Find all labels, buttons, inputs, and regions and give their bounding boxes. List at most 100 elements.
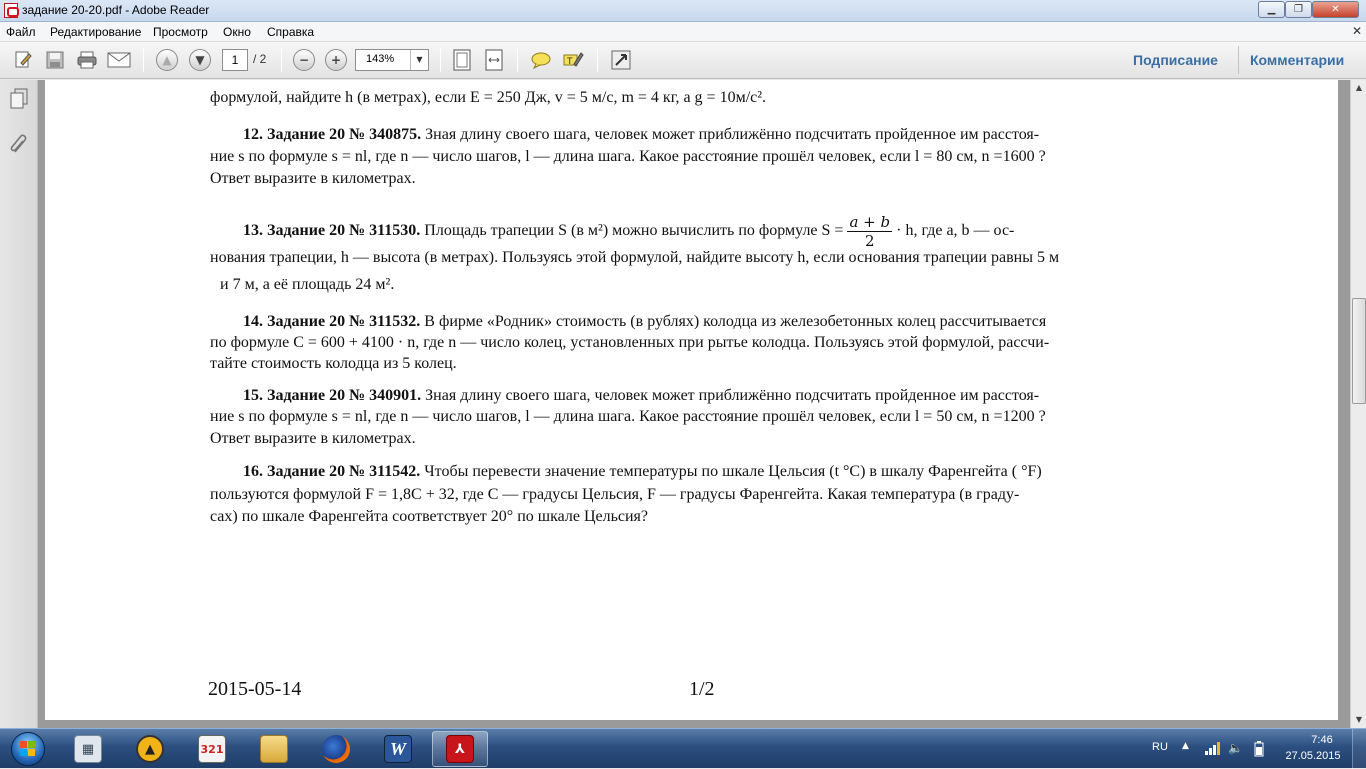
sticky-note-button[interactable]: [528, 48, 554, 72]
firefox-taskbar-icon[interactable]: [308, 731, 364, 767]
arrow-up-icon: ▲: [156, 49, 178, 71]
toolbar-separator: [597, 48, 598, 72]
toolbar-separator: [1238, 46, 1239, 74]
previous-page-button[interactable]: ▲: [154, 48, 180, 72]
adobe-reader-icon: [4, 3, 19, 18]
svg-text:T: T: [566, 57, 573, 67]
window-title: задание 20-20.pdf - Adobe Reader: [22, 3, 210, 17]
aimp-icon: ▲: [136, 735, 164, 763]
task-14-text: В фирме «Родник» стоимость (в рублях) ко…: [424, 313, 1047, 330]
task-15-line-2: ние s по формуле s = nl, где n — число ш…: [210, 408, 1046, 425]
task-16-line-2: пользуются формулой F = 1,8C + 32, где C…: [210, 486, 1020, 503]
chevron-down-icon[interactable]: ▼: [410, 50, 428, 70]
title-bar: задание 20-20.pdf - Adobe Reader ▁ ❐ ✕: [0, 0, 1366, 22]
page-total: / 2: [253, 52, 267, 66]
pdf-page: формулой, найдите h (в метрах), если E =…: [45, 80, 1338, 720]
menu-window[interactable]: Окно: [223, 25, 251, 39]
folder-icon: [260, 735, 288, 763]
plus-icon: +: [325, 49, 347, 71]
page-number-input[interactable]: 1: [222, 49, 248, 71]
scroll-thumb[interactable]: [1352, 298, 1366, 404]
toolbar-separator: [281, 48, 282, 72]
task-13-line-1: 13. Задание 20 № 311530. Площадь трапеци…: [243, 213, 1014, 250]
fraction-numerator: a + b: [847, 213, 893, 232]
attachments-icon[interactable]: [9, 132, 29, 154]
maximize-button[interactable]: ❐: [1285, 1, 1312, 18]
task-16-heading: 16. Задание 20 № 311542.: [243, 463, 421, 480]
clock-time[interactable]: 7:46: [1304, 734, 1340, 746]
next-page-button[interactable]: ▼: [187, 48, 213, 72]
footer-page-number: 1/2: [689, 678, 715, 700]
fit-width-button[interactable]: [481, 48, 507, 72]
network-icon[interactable]: [1204, 741, 1220, 758]
menu-edit[interactable]: Редактирование: [50, 25, 141, 39]
zoom-select[interactable]: 143% ▼: [355, 49, 429, 71]
highlight-button[interactable]: T: [560, 48, 586, 72]
zoom-in-button[interactable]: +: [323, 48, 349, 72]
document-close-icon[interactable]: ✕: [1352, 24, 1362, 38]
calculator-taskbar-icon[interactable]: ▦: [60, 731, 116, 767]
task-12-line-3: Ответ выразите в километрах.: [210, 170, 416, 187]
media-player-taskbar-icon[interactable]: 321: [184, 731, 240, 767]
document-view[interactable]: формулой, найдите h (в метрах), если E =…: [38, 80, 1350, 728]
comments-panel-link[interactable]: Комментарии: [1250, 52, 1344, 68]
sign-panel-link[interactable]: Подписание: [1133, 52, 1218, 68]
windows-flag-icon: [20, 741, 36, 757]
menu-view[interactable]: Просмотр: [153, 25, 208, 39]
menu-bar: Файл Редактирование Просмотр Окно Справк…: [0, 22, 1366, 42]
task-12-line-2: ние s по формуле s = nl, где n — число ш…: [210, 148, 1046, 165]
scroll-down-icon[interactable]: ▼: [1351, 712, 1366, 728]
language-indicator[interactable]: RU: [1152, 741, 1168, 753]
navigation-pane: [0, 80, 38, 728]
pages-icon[interactable]: [9, 88, 29, 110]
fraction: a + b2: [847, 213, 893, 250]
word-icon: W: [384, 735, 412, 763]
fit-page-button[interactable]: [449, 48, 475, 72]
menu-help[interactable]: Справка: [267, 25, 314, 39]
create-pdf-icon[interactable]: [10, 48, 36, 72]
print-icon[interactable]: [74, 48, 100, 72]
text-line: формулой, найдите h (в метрах), если E =…: [210, 89, 767, 106]
zoom-value: 143%: [366, 53, 395, 65]
arrow-down-icon: ▼: [189, 49, 211, 71]
toolbar-separator: [517, 48, 518, 72]
explorer-taskbar-icon[interactable]: [246, 731, 302, 767]
adobe-reader-taskbar-icon[interactable]: ⅄: [432, 731, 488, 767]
aimp-taskbar-icon[interactable]: ▲: [122, 731, 178, 767]
taskbar: ▦ ▲ 321 W ⅄ RU ▲ 🔈 7:46 27.05.2015: [0, 728, 1366, 769]
task-13-line-2: нования трапеции, h — высота (в метрах).…: [210, 249, 1060, 266]
task-14-line-1: 14. Задание 20 № 311532. В фирме «Родник…: [243, 312, 1046, 332]
task-16-text: Чтобы перевести значение температуры по …: [424, 463, 1042, 480]
word-taskbar-icon[interactable]: W: [370, 731, 426, 767]
task-13-text-cont: · h, где a, b — ос-: [896, 222, 1015, 240]
email-icon[interactable]: [106, 48, 132, 72]
menu-file[interactable]: Файл: [6, 25, 36, 39]
minimize-button[interactable]: ▁: [1258, 1, 1285, 18]
start-button[interactable]: [4, 731, 54, 767]
show-desktop-button[interactable]: [1352, 729, 1366, 769]
minus-icon: −: [293, 49, 315, 71]
battery-icon[interactable]: [1254, 741, 1264, 760]
calculator-icon: ▦: [74, 735, 102, 763]
task-14-line-3: тайте стоимость колодца из 5 колец.: [210, 355, 457, 372]
vertical-scrollbar[interactable]: ▲ ▼: [1350, 80, 1366, 728]
save-icon[interactable]: [42, 48, 68, 72]
task-15-line-3: Ответ выразите в километрах.: [210, 430, 416, 447]
clock-date[interactable]: 27.05.2015: [1283, 750, 1343, 762]
zoom-out-button[interactable]: −: [291, 48, 317, 72]
task-15-text: Зная длину своего шага, человек может пр…: [425, 387, 1040, 404]
scroll-up-icon[interactable]: ▲: [1351, 80, 1366, 96]
adobe-reader-taskbar-logo-icon: ⅄: [446, 735, 474, 763]
volume-icon[interactable]: 🔈: [1228, 741, 1243, 755]
full-screen-button[interactable]: [608, 48, 634, 72]
task-12-line-1: 12. Задание 20 № 340875. Зная длину свое…: [243, 125, 1039, 145]
firefox-icon: [322, 735, 350, 763]
task-14-heading: 14. Задание 20 № 311532.: [243, 313, 421, 330]
task-13-line-3: и 7 м, а её площадь 24 м².: [220, 276, 395, 293]
show-hidden-icons-icon[interactable]: ▲: [1182, 741, 1189, 751]
toolbar-separator: [143, 48, 144, 72]
close-button[interactable]: ✕: [1312, 1, 1359, 18]
media-player-classic-icon: 321: [198, 735, 226, 763]
task-12-text: Зная длину своего шага, человек может пр…: [425, 126, 1040, 143]
toolbar-separator: [440, 48, 441, 72]
